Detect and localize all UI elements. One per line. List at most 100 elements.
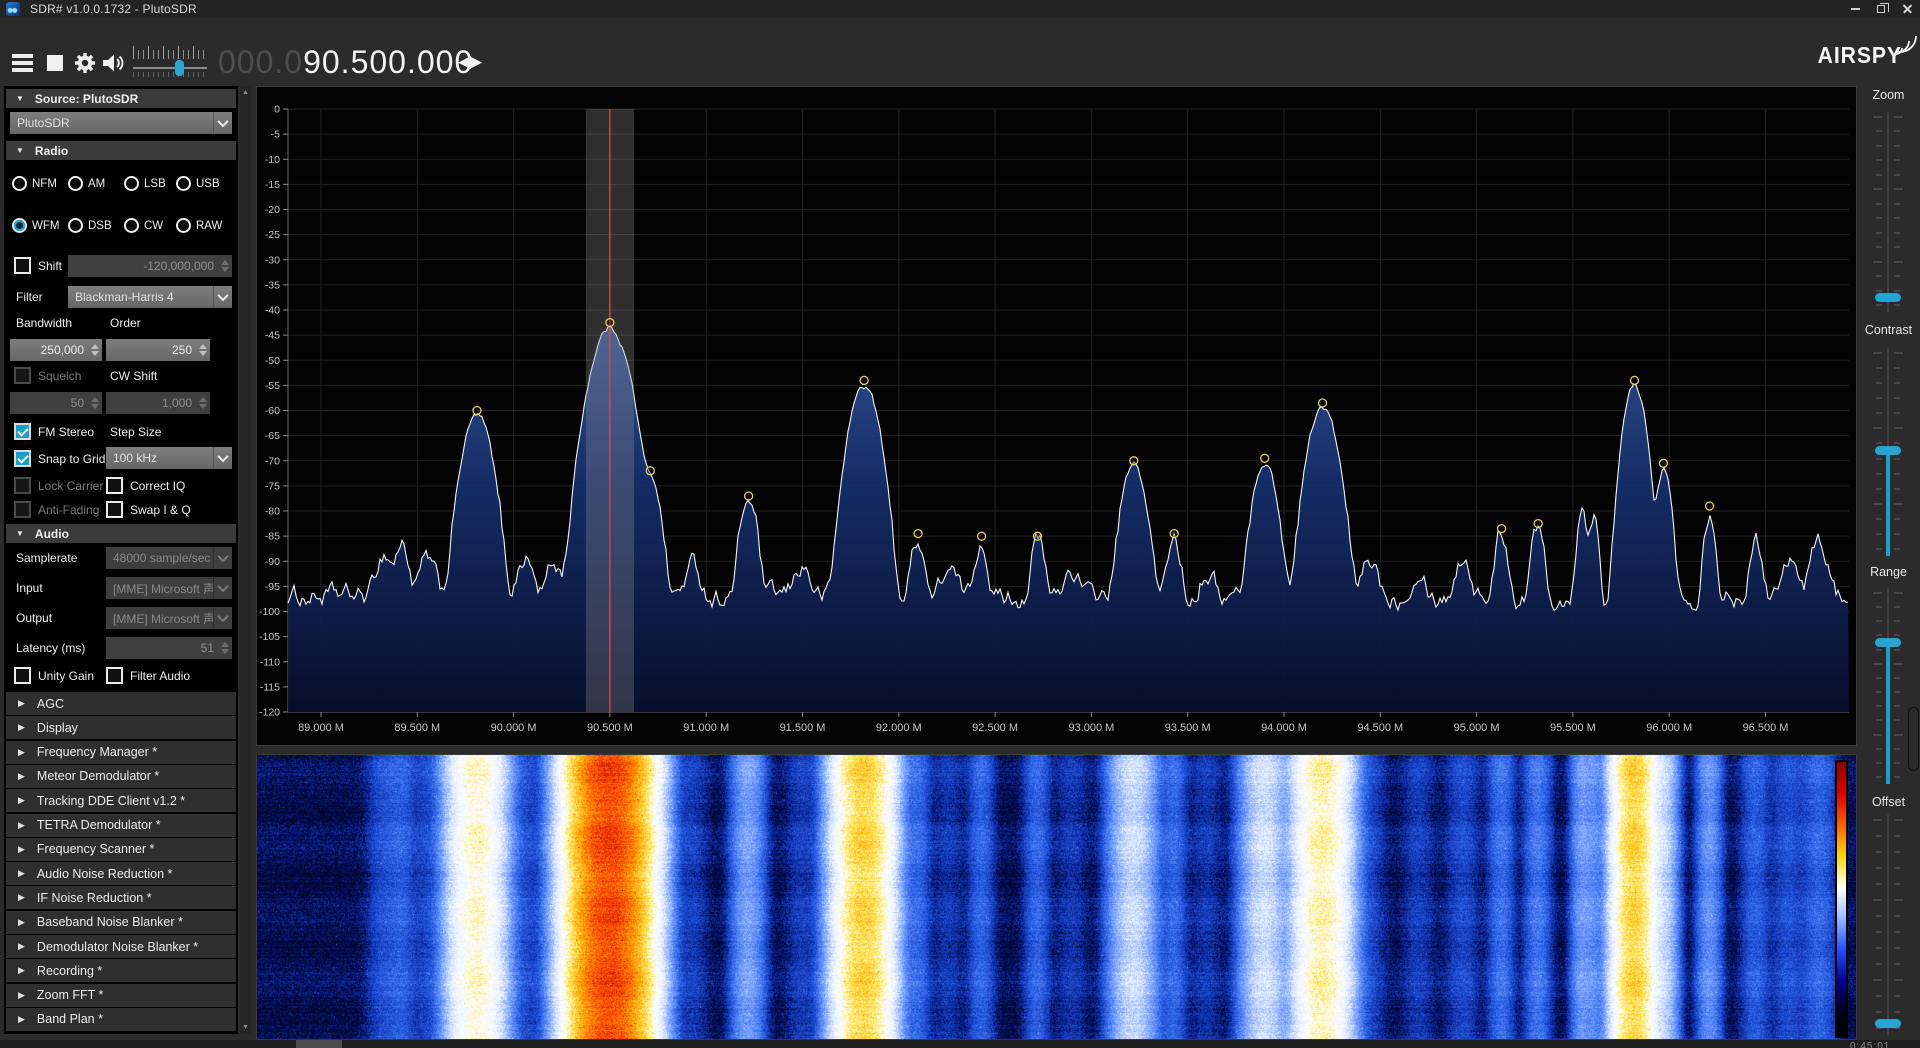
mode-radio-am[interactable]: AM [68, 176, 105, 191]
cw-shift-label: CW Shift [110, 369, 157, 383]
samplerate-dropdown[interactable]: 48000 sample/sec [106, 547, 232, 569]
radio-section-header[interactable]: ▼Radio [6, 141, 236, 160]
step-up-icon[interactable]: ▶ [469, 52, 480, 71]
slider-thumb[interactable] [1875, 446, 1901, 455]
chevron-down-icon [213, 607, 232, 629]
scroll-down-icon[interactable]: ▼ [240, 1024, 251, 1031]
anti-fading-checkbox[interactable] [14, 501, 31, 518]
spectrum-display[interactable]: 0-5-10-15-20-25-30-35-40-45-50-55-60-65-… [256, 86, 1857, 746]
source-section-header[interactable]: ▼Source: PlutoSDR [6, 89, 236, 108]
audio-mute-button[interactable] [101, 50, 127, 76]
fm-stereo-checkbox[interactable] [14, 423, 31, 440]
order-input[interactable]: 250 [106, 339, 210, 361]
settings-button[interactable] [72, 50, 98, 76]
zoom-slider[interactable] [1871, 112, 1905, 312]
sidebar-panel-zoom-fft[interactable]: ▶Zoom FFT * [6, 984, 236, 1007]
shift-value-input[interactable]: -120,000,000 [68, 255, 232, 277]
sidebar-panel-meteor-demodulator[interactable]: ▶Meteor Demodulator * [6, 765, 236, 788]
svg-text:94.000 M: 94.000 M [1261, 722, 1307, 734]
volume-slider[interactable] [133, 44, 207, 80]
sidebar-panel-tracking-dde-client-v1-2[interactable]: ▶Tracking DDE Client v1.2 * [6, 789, 236, 812]
audio-section-header[interactable]: ▼Audio [6, 524, 236, 543]
expand-triangle-icon: ▶ [18, 892, 25, 903]
sidebar-panel-frequency-manager[interactable]: ▶Frequency Manager * [6, 741, 236, 764]
bottom-scrollbar[interactable] [0, 1040, 1920, 1048]
spinner-icon[interactable] [221, 640, 229, 656]
mode-radio-wfm[interactable]: WFM [12, 218, 59, 233]
step-size-dropdown[interactable]: 100 kHz [106, 447, 232, 469]
spinner-icon[interactable] [199, 342, 207, 358]
mode-radio-dsb[interactable]: DSB [68, 218, 112, 233]
snap-to-grid-checkbox[interactable] [14, 450, 31, 467]
spinner-icon[interactable] [91, 342, 99, 358]
contrast-slider[interactable] [1871, 348, 1905, 556]
panel-label: Frequency Manager * [37, 745, 157, 759]
slider-thumb[interactable] [1875, 638, 1901, 647]
frequency-step-arrows[interactable]: ◀▶ [458, 52, 480, 72]
spinner-icon[interactable] [199, 395, 207, 411]
offset-slider[interactable] [1871, 815, 1905, 1035]
svg-text:89.000 M: 89.000 M [298, 722, 344, 734]
mode-radio-cw[interactable]: CW [124, 218, 163, 233]
menu-button[interactable] [9, 50, 35, 76]
audio-output-dropdown[interactable]: [MME] Microsoft 声 [106, 607, 232, 629]
unity-gain-checkbox[interactable] [14, 667, 31, 684]
sidebar-panel-demodulator-noise-blanker[interactable]: ▶Demodulator Noise Blanker * [6, 935, 236, 958]
slider-tick [1876, 518, 1882, 520]
slider-thumb[interactable] [1875, 1019, 1901, 1028]
audio-input-dropdown[interactable]: [MME] Microsoft 声 [106, 577, 232, 599]
swap-iq-checkbox[interactable] [106, 501, 123, 518]
sidebar-panel-audio-noise-reduction[interactable]: ▶Audio Noise Reduction * [6, 862, 236, 885]
mode-radio-raw[interactable]: RAW [176, 218, 222, 233]
lock-carrier-checkbox[interactable] [14, 477, 31, 494]
squelch-input[interactable]: 50 [10, 392, 102, 414]
restore-button[interactable] [1868, 0, 1894, 18]
scrollbar-thumb[interactable] [296, 1040, 342, 1048]
frequency-display[interactable]: 000.090.500.000 [218, 44, 473, 81]
sidebar-panel-if-noise-reduction[interactable]: ▶IF Noise Reduction * [6, 886, 236, 909]
mode-radio-lsb[interactable]: LSB [124, 176, 166, 191]
svg-text:-45: -45 [265, 330, 280, 342]
signal-level-meter [1908, 707, 1919, 771]
waterfall-canvas[interactable] [257, 755, 1856, 1039]
spinner-icon[interactable] [221, 258, 229, 274]
peak-marker [1319, 399, 1327, 407]
svg-text:92.500 M: 92.500 M [972, 722, 1018, 734]
sidebar-panel-display[interactable]: ▶Display [6, 716, 236, 739]
filter-audio-checkbox[interactable] [106, 667, 123, 684]
slider-thumb[interactable] [1875, 293, 1901, 302]
minimize-button[interactable] [1842, 0, 1868, 18]
sidebar-panel-agc[interactable]: ▶AGC [6, 692, 236, 715]
squelch-checkbox[interactable] [14, 367, 31, 384]
spinner-icon[interactable] [91, 395, 99, 411]
scroll-up-icon[interactable]: ▲ [240, 89, 251, 96]
latency-input[interactable]: 51 [106, 637, 232, 659]
step-down-icon[interactable]: ◀ [458, 52, 469, 71]
svg-text:-115: -115 [260, 681, 280, 693]
cw-shift-input[interactable]: 1,000 [106, 392, 210, 414]
mode-radio-nfm[interactable]: NFM [12, 176, 57, 191]
shift-checkbox[interactable] [14, 257, 31, 274]
sidebar-panel-tetra-demodulator[interactable]: ▶TETRA Demodulator * [6, 814, 236, 837]
slider-tick [1894, 217, 1900, 219]
sidebar-panel-band-plan[interactable]: ▶Band Plan * [6, 1008, 236, 1031]
sidebar-panel-recording[interactable]: ▶Recording * [6, 959, 236, 982]
slider-tick [1894, 533, 1900, 535]
correct-iq-checkbox[interactable] [106, 477, 123, 494]
filter-dropdown[interactable]: Blackman-Harris 4 [68, 286, 232, 308]
sidebar-scrollbar[interactable]: ▲ ▼ [240, 86, 251, 1034]
waterfall-display[interactable] [256, 754, 1857, 1040]
mode-radio-usb[interactable]: USB [176, 176, 220, 191]
svg-text:-35: -35 [265, 279, 280, 291]
expand-triangle-icon: ▶ [18, 698, 25, 709]
bandwidth-input[interactable]: 250,000 [10, 339, 102, 361]
sidebar-panel-baseband-noise-blanker[interactable]: ▶Baseband Noise Blanker * [6, 911, 236, 934]
brand-text: AIRSPY [1818, 42, 1902, 69]
stop-button[interactable] [42, 50, 68, 76]
source-device-dropdown[interactable]: PlutoSDR [10, 112, 232, 134]
range-slider[interactable] [1871, 588, 1905, 784]
sidebar-panel-frequency-scanner[interactable]: ▶Frequency Scanner * [6, 838, 236, 861]
svg-text:-60: -60 [265, 405, 280, 417]
close-button[interactable] [1894, 0, 1920, 18]
spectrum-plot[interactable]: 0-5-10-15-20-25-30-35-40-45-50-55-60-65-… [257, 87, 1856, 745]
